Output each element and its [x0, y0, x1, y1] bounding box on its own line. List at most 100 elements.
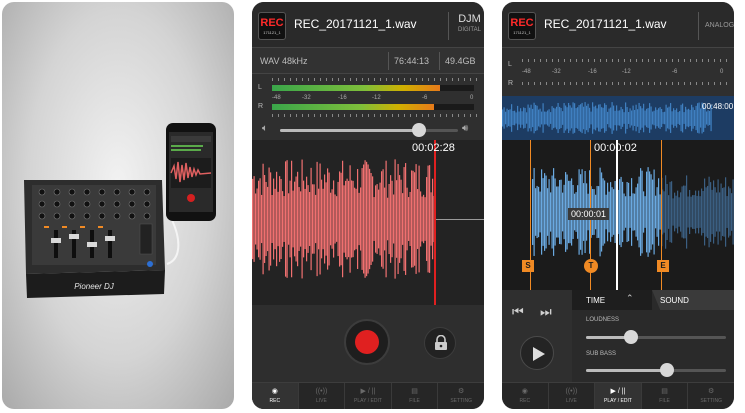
- next-icon[interactable]: ⏭︎: [540, 304, 552, 320]
- waveform-sample: [613, 189, 615, 235]
- live-tab-icon: ((•)): [565, 388, 578, 395]
- waveform-sample: [664, 111, 666, 125]
- tab-label: FILE: [409, 398, 420, 404]
- waveform-sample: [574, 103, 576, 133]
- meter-scale: -48 -32 -16 -12 -6 0: [272, 95, 478, 101]
- waveform-sample: [653, 169, 655, 255]
- tab-file[interactable]: ▤ FILE: [642, 383, 689, 409]
- sub-bass-label: SUB BASS: [586, 351, 617, 357]
- waveform-sample: [638, 102, 640, 134]
- waveform-sample: [589, 107, 591, 129]
- waveform-sample: [283, 196, 285, 242]
- waveform-sample: [375, 185, 377, 253]
- product-photo-panel: Pioneer DJ: [2, 2, 234, 409]
- waveform-sample: [259, 178, 261, 260]
- waveform-sample: [376, 184, 378, 254]
- waveform-sample: [698, 190, 700, 234]
- waveform-sample: [629, 108, 631, 128]
- waveform-sample: [596, 108, 598, 128]
- rec-badge[interactable]: REC 171121_1: [258, 12, 286, 40]
- waveform-sample: [533, 102, 535, 134]
- waveform-sample: [560, 179, 562, 245]
- tab-setting[interactable]: ⚙ SETTING: [688, 383, 734, 409]
- waveform-sample: [667, 107, 669, 129]
- waveform-sample: [427, 165, 429, 273]
- waveform-sample: [313, 184, 315, 254]
- tab-play-edit[interactable]: ▶ / || PLAY / EDIT: [345, 383, 392, 409]
- channel-right-label: R: [508, 80, 514, 87]
- overview-waveform[interactable]: 00:48:00: [502, 96, 734, 140]
- waveform-sample: [354, 187, 356, 251]
- mixer-name: DJM: [458, 13, 481, 25]
- tab-play-edit[interactable]: ▶ / || PLAY / EDIT: [595, 383, 642, 409]
- sub-bass-slider-knob[interactable]: [660, 363, 675, 377]
- chevron-up-icon[interactable]: ⌃: [626, 293, 634, 304]
- play-button[interactable]: [520, 336, 554, 370]
- waveform-sample: [662, 112, 664, 124]
- waveform-sample: [366, 161, 368, 277]
- waveform-sample: [532, 108, 534, 128]
- waveform-sample: [658, 108, 660, 128]
- waveform-sample: [616, 105, 618, 131]
- waveform-sample: [400, 179, 402, 259]
- tab-label: PLAY / EDIT: [604, 398, 632, 404]
- waveform-sample: [255, 193, 257, 245]
- waveform-sample: [554, 108, 556, 128]
- lock-button[interactable]: [424, 327, 456, 359]
- waveform-sample: [688, 108, 690, 128]
- scale-label: -12: [622, 69, 631, 75]
- waveform-sample: [692, 195, 694, 229]
- rec-badge-sub: 171121_1: [263, 30, 281, 35]
- rec-badge[interactable]: REC 171121_1: [508, 12, 536, 40]
- meter-ticks-top: [522, 59, 728, 62]
- waveform-sample: [699, 196, 701, 228]
- play-edit-screen-panel: REC 171121_1 REC_20171121_1.wav ANALOG L…: [502, 2, 734, 409]
- waveform-sample: [402, 193, 404, 245]
- tab-label: PLAY / EDIT: [354, 398, 382, 404]
- edit-waveform-graphic: [532, 167, 734, 257]
- waveform-sample: [532, 179, 534, 245]
- previous-icon[interactable]: ⏮︎: [512, 304, 524, 320]
- end-marker[interactable]: E: [657, 260, 669, 272]
- waveform-sample: [514, 110, 516, 126]
- waveform-sample: [360, 187, 362, 251]
- waveform-sample: [405, 163, 407, 275]
- mixer-selector[interactable]: DJM DIGITAL: [448, 12, 484, 40]
- channel-left-label: L: [258, 84, 262, 91]
- waveform-sample: [729, 188, 731, 236]
- waveform-sample: [550, 112, 552, 124]
- waveform-sample: [625, 196, 627, 228]
- waveform-sample: [671, 111, 673, 125]
- record-button[interactable]: [344, 319, 390, 365]
- edit-waveform[interactable]: 00:00:02 00:00:01 S T E: [502, 140, 734, 290]
- waveform-sample: [340, 172, 342, 266]
- mixer-selector[interactable]: ANALOG: [698, 12, 734, 40]
- tab-setting[interactable]: ⚙ SETTING: [438, 383, 484, 409]
- tab-sound[interactable]: SOUND: [652, 290, 734, 310]
- waveform-sample: [303, 180, 305, 258]
- waveform-sample: [357, 169, 359, 269]
- t-marker[interactable]: T: [584, 259, 598, 273]
- waveform-sample: [548, 179, 550, 245]
- waveform-sample: [700, 108, 702, 128]
- waveform-sample: [619, 110, 621, 126]
- tab-time[interactable]: TIME ⌃: [572, 290, 652, 310]
- waveform-sample: [650, 174, 652, 250]
- tab-rec[interactable]: ◉ REC: [252, 383, 299, 409]
- waveform-sample: [307, 185, 309, 253]
- tab-rec[interactable]: ◉ REC: [502, 383, 549, 409]
- tab-file[interactable]: ▤ FILE: [392, 383, 439, 409]
- waveform-sample: [614, 110, 616, 126]
- waveform-sample: [646, 171, 648, 253]
- sub-bass-slider-fill: [586, 369, 668, 372]
- tab-live[interactable]: ((•)) LIVE: [299, 383, 346, 409]
- waveform-sample: [547, 188, 549, 236]
- waveform-sample: [679, 111, 681, 125]
- waveform-sample: [584, 102, 586, 134]
- free-space: 49.4GB: [445, 56, 476, 66]
- start-marker[interactable]: S: [522, 260, 534, 272]
- volume-slider-knob[interactable]: [411, 123, 426, 137]
- waveform-sample: [381, 171, 383, 267]
- loudness-slider-knob[interactable]: [623, 330, 638, 344]
- tab-live[interactable]: ((•)) LIVE: [549, 383, 596, 409]
